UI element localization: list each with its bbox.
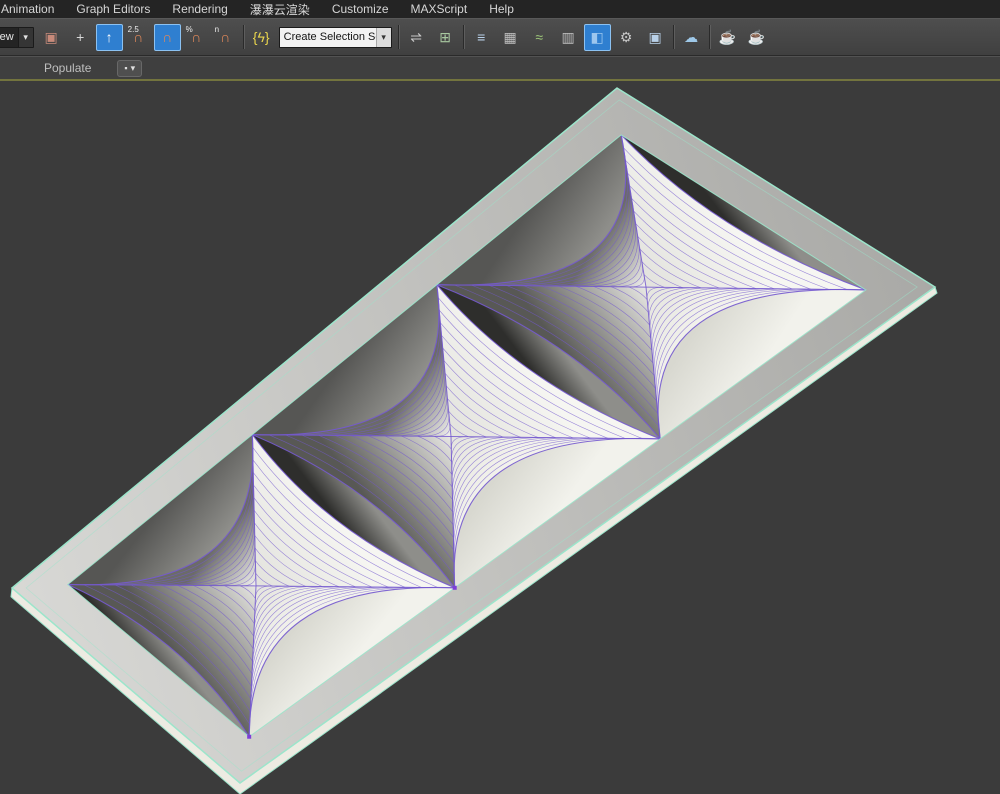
mirror-icon: ⇌	[410, 30, 422, 44]
spinner-snap-toggle-button[interactable]: n∩	[212, 24, 239, 51]
menu-rendering[interactable]: Rendering	[161, 1, 238, 17]
menu-cloud-render[interactable]: 瀑瀑云渲染	[239, 0, 321, 18]
angle-snap-toggle-icon: ∩	[162, 30, 172, 44]
chevron-down-icon: ▾	[18, 28, 33, 47]
use-pivot-point-center-icon: ▣	[45, 30, 58, 44]
named-selection-sets-dropdown[interactable]: Create Selection Set▾	[279, 27, 392, 48]
render-production-icon: ☕	[718, 30, 735, 44]
curve-editor-icon: ≈	[535, 30, 543, 44]
ribbon-bar: Populate ▪ ▾	[0, 56, 1000, 79]
vault-model-render	[0, 81, 1000, 794]
use-pivot-point-center-button[interactable]: ▣	[38, 24, 65, 51]
rendered-frame-window-button[interactable]: ▣	[642, 24, 669, 51]
toolbar-separator	[709, 25, 710, 49]
reference-coordinate-dropdown-value: View	[0, 31, 18, 43]
mirror-button[interactable]: ⇌	[403, 24, 430, 51]
graphite-ribbon-toggle-icon: ▦	[504, 30, 517, 44]
render-in-cloud-icon: ☁	[684, 30, 698, 44]
menu-graph-editors[interactable]: Graph Editors	[65, 1, 161, 17]
snap-toggle-25d-button[interactable]: 2.5∩	[125, 24, 152, 51]
curve-editor-button[interactable]: ≈	[526, 24, 553, 51]
graphite-ribbon-toggle-button[interactable]: ▦	[497, 24, 524, 51]
schematic-view-button[interactable]: ▥	[555, 24, 582, 51]
percent-snap-toggle-label: %	[186, 25, 193, 34]
schematic-view-icon: ▥	[562, 30, 575, 44]
select-and-place-button[interactable]: ↑	[96, 24, 123, 51]
snap-toggle-25d-label: 2.5	[128, 25, 139, 34]
chevron-down-icon: ▾	[131, 63, 136, 74]
render-iterative-icon: ☕	[747, 30, 764, 44]
slate-material-editor-icon: ◧	[591, 30, 604, 44]
percent-snap-toggle-button[interactable]: %∩	[183, 24, 210, 51]
populate-icon: ▪	[124, 63, 127, 73]
main-toolbar: View▾▣+↑2.5∩∩%∩n∩{ϟ}Create Selection Set…	[0, 18, 1000, 56]
menubar: AnimationGraph EditorsRendering瀑瀑云渲染Cust…	[0, 0, 1000, 18]
toolbar-separator	[243, 25, 244, 49]
chevron-down-icon: ▾	[376, 28, 391, 47]
render-setup-icon: ⚙	[620, 30, 633, 44]
layer-manager-icon: ≡	[477, 30, 485, 44]
angle-snap-toggle-button[interactable]: ∩	[154, 24, 181, 51]
perspective-viewport[interactable]	[0, 81, 1000, 794]
layer-manager-button[interactable]: ≡	[468, 24, 495, 51]
select-and-manipulate-button[interactable]: +	[67, 24, 94, 51]
render-iterative-button[interactable]: ☕	[743, 24, 770, 51]
named-selection-sets-dropdown-value: Create Selection Set	[280, 31, 376, 43]
ribbon-tab-populate[interactable]: Populate	[38, 59, 97, 77]
toolbar-separator	[398, 25, 399, 49]
menu-maxscript[interactable]: MAXScript	[400, 1, 479, 17]
select-and-place-icon: ↑	[106, 30, 113, 44]
slate-material-editor-button[interactable]: ◧	[584, 24, 611, 51]
render-setup-button[interactable]: ⚙	[613, 24, 640, 51]
reference-coordinate-dropdown[interactable]: View▾	[0, 27, 34, 48]
keyboard-shortcut-override-icon: {ϟ}	[253, 30, 270, 44]
3dsmax-window: AnimationGraph EditorsRendering瀑瀑云渲染Cust…	[0, 0, 1000, 794]
rendered-frame-window-icon: ▣	[649, 30, 662, 44]
align-icon: ⊞	[439, 30, 451, 44]
spinner-snap-toggle-label: n	[215, 25, 219, 34]
menu-customize[interactable]: Customize	[321, 1, 400, 17]
menu-animation[interactable]: Animation	[0, 1, 65, 17]
keyboard-shortcut-override-button[interactable]: {ϟ}	[248, 24, 275, 51]
render-production-button[interactable]: ☕	[714, 24, 741, 51]
populate-flyout-button[interactable]: ▪ ▾	[117, 60, 142, 77]
select-and-manipulate-icon: +	[76, 30, 84, 44]
align-button[interactable]: ⊞	[432, 24, 459, 51]
toolbar-separator	[673, 25, 674, 49]
render-in-cloud-button[interactable]: ☁	[678, 24, 705, 51]
toolbar-separator	[463, 25, 464, 49]
spinner-snap-toggle-icon: ∩	[220, 30, 230, 44]
menu-help[interactable]: Help	[478, 1, 525, 17]
